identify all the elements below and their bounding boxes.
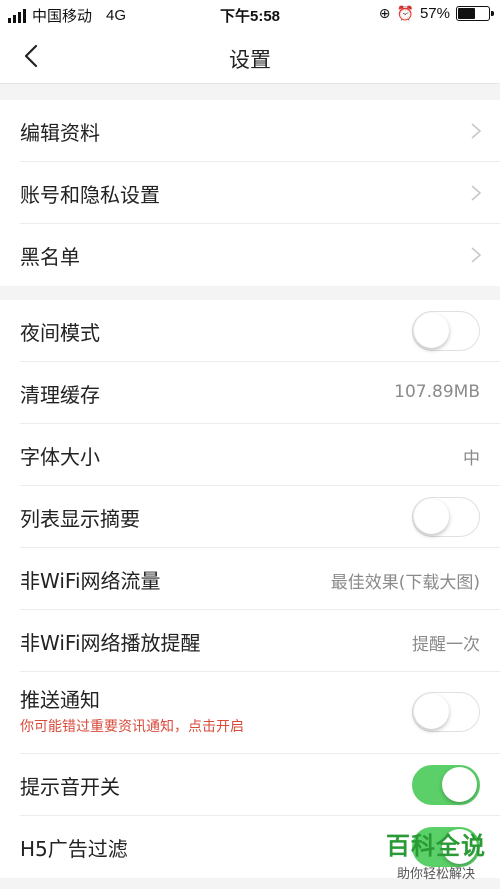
settings-row-non-wifi-playback[interactable]: 非WiFi网络播放提醒 提醒一次 [20, 610, 500, 672]
non-wifi-traffic-value: 最佳效果(下载大图) [330, 573, 480, 593]
settings-row-list-summary: 列表显示摘要 [20, 486, 500, 548]
row-label: 夜间模式 [20, 321, 100, 345]
settings-row-account-privacy[interactable]: 账号和隐私设置 [20, 162, 500, 224]
battery-level [458, 8, 476, 19]
toggle-knob [414, 694, 449, 729]
chevron-right-icon [471, 123, 482, 139]
page-title: 设置 [229, 48, 271, 72]
settings-row-clear-cache[interactable]: 清理缓存 107.89MB [20, 362, 500, 424]
watermark-title: 百科全说 [386, 832, 486, 860]
push-warning-text[interactable]: 你可能错过重要资讯通知，点击开启 [20, 716, 244, 736]
row-label: 清理缓存 [20, 383, 100, 407]
watermark-subtitle: 助你轻松解决 [396, 867, 475, 882]
row-label: 账号和隐私设置 [20, 183, 160, 207]
status-right: ⊕ ⏰ 57% [378, 5, 494, 22]
push-notification-toggle[interactable] [412, 692, 480, 732]
rotation-lock-icon: ⊕ [378, 5, 391, 21]
row-label: 推送通知 [20, 688, 100, 712]
toggle-knob [414, 313, 449, 348]
row-label: 列表显示摘要 [20, 507, 140, 531]
settings-row-sound: 提示音开关 [20, 754, 500, 816]
row-label: 非WiFi网络流量 [20, 569, 161, 593]
row-label: 黑名单 [20, 245, 80, 269]
settings-row-push-notification: 推送通知 你可能错过重要资讯通知，点击开启 [20, 672, 500, 754]
sound-toggle[interactable] [412, 765, 480, 805]
font-size-value: 中 [463, 449, 480, 469]
settings-row-night-mode: 夜间模式 [20, 300, 500, 362]
row-label: 字体大小 [20, 445, 100, 469]
settings-row-edit-profile[interactable]: 编辑资料 [20, 100, 500, 162]
battery-percent: 57% [419, 5, 450, 22]
settings-group-general: 夜间模式 清理缓存 107.89MB 字体大小 中 列表显示摘要 非WiFi网络… [0, 300, 500, 878]
row-label: 非WiFi网络播放提醒 [20, 631, 201, 655]
nav-bar: 设置 [0, 28, 500, 84]
row-label: 编辑资料 [20, 121, 100, 145]
chevron-right-icon [471, 247, 482, 263]
settings-group-account: 编辑资料 账号和隐私设置 黑名单 [0, 100, 500, 286]
battery-icon [456, 6, 494, 21]
chevron-right-icon [471, 185, 482, 201]
settings-row-non-wifi-traffic[interactable]: 非WiFi网络流量 最佳效果(下载大图) [20, 548, 500, 610]
status-bar: 中国移动 4G 下午5:58 ⊕ ⏰ 57% [0, 0, 500, 28]
settings-row-font-size[interactable]: 字体大小 中 [20, 424, 500, 486]
list-summary-toggle[interactable] [412, 497, 480, 537]
toggle-knob [414, 499, 449, 534]
settings-row-blacklist[interactable]: 黑名单 [20, 224, 500, 286]
row-label: 提示音开关 [20, 775, 120, 799]
alarm-icon: ⏰ [396, 5, 414, 21]
cache-size-value: 107.89MB [394, 382, 480, 402]
toggle-knob [442, 767, 477, 802]
non-wifi-playback-value: 提醒一次 [412, 635, 480, 655]
row-label: H5广告过滤 [20, 837, 128, 861]
watermark-logo: 百科全说 助你轻松解决 [386, 826, 486, 882]
night-mode-toggle[interactable] [412, 311, 480, 351]
